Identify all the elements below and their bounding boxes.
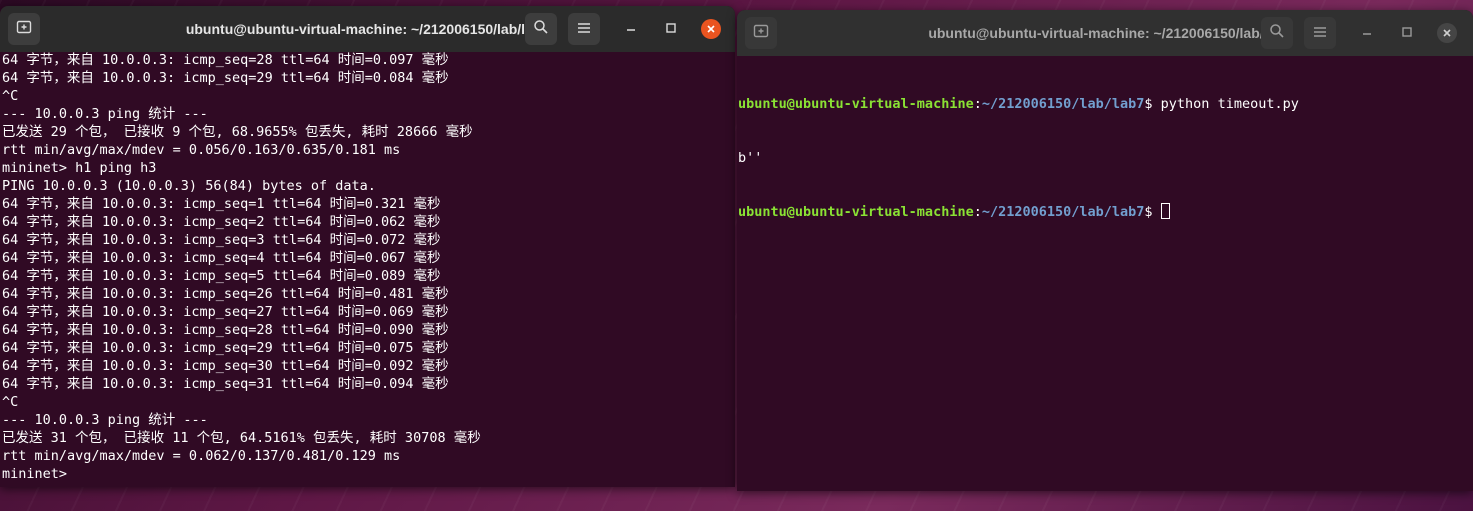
maximize-icon [665, 20, 677, 38]
terminal-line: 64 字节，来自 10.0.0.3: icmp_seq=1 ttl=64 时间=… [2, 196, 441, 212]
prompt-user: ubuntu@ubuntu-virtual-machine [738, 204, 974, 220]
hamburger-menu-icon [1313, 24, 1327, 42]
new-tab-icon [16, 19, 32, 39]
terminal-line: 64 字节，来自 10.0.0.3: icmp_seq=4 ttl=64 时间=… [2, 250, 441, 266]
prompt-line: ubuntu@ubuntu-virtual-machine:~/21200615… [738, 95, 1299, 113]
terminal-line: mininet> [2, 466, 76, 482]
terminal-line: 已发送 31 个包， 已接收 11 个包, 64.5161% 包丢失, 耗时 3… [2, 430, 481, 446]
terminal-line: 64 字节，来自 10.0.0.3: icmp_seq=26 ttl=64 时间… [2, 286, 449, 302]
prompt-path: ~/212006150/lab/lab7 [981, 96, 1145, 112]
menu-button[interactable] [1304, 17, 1336, 49]
new-tab-icon [753, 23, 769, 43]
terminal-line: 64 字节，来自 10.0.0.3: icmp_seq=28 ttl=64 时间… [2, 322, 449, 338]
prompt-symbol: $ [1144, 204, 1161, 220]
terminal-line: 64 字节，来自 10.0.0.3: icmp_seq=27 ttl=64 时间… [2, 304, 449, 320]
terminal-line: 64 字节，来自 10.0.0.3: icmp_seq=31 ttl=64 时间… [2, 376, 449, 392]
command-text: python timeout.py [1160, 96, 1299, 112]
prompt-separator: : [973, 204, 982, 220]
terminal-line: 64 字节，来自 10.0.0.3: icmp_seq=5 ttl=64 时间=… [2, 268, 441, 284]
terminal-line: 64 字节，来自 10.0.0.3: icmp_seq=29 ttl=64 时间… [2, 70, 449, 86]
terminal-line: 64 字节，来自 10.0.0.3: icmp_seq=29 ttl=64 时间… [2, 340, 449, 356]
terminal-line: 已发送 29 个包， 已接收 9 个包, 68.9655% 包丢失, 耗时 28… [2, 124, 473, 140]
terminal-line: PING 10.0.0.3 (10.0.0.3) 56(84) bytes of… [2, 178, 376, 194]
terminal-line: ^C [2, 88, 19, 104]
close-icon [701, 19, 721, 39]
hamburger-menu-icon [577, 20, 591, 38]
text-cursor [1160, 203, 1170, 219]
minimize-icon [1361, 24, 1373, 42]
close-button[interactable] [1431, 17, 1463, 49]
minimize-button[interactable] [615, 13, 647, 45]
minimize-button[interactable] [1351, 17, 1383, 49]
terminal-output-left[interactable]: 64 字节，来自 10.0.0.3: icmp_seq=28 ttl=64 时间… [0, 52, 735, 487]
prompt-symbol: $ [1144, 96, 1161, 112]
titlebar-right[interactable]: ubuntu@ubuntu-virtual-machine: ~/2120061… [737, 10, 1473, 56]
search-button[interactable] [1261, 17, 1293, 49]
search-icon [1269, 23, 1285, 43]
maximize-button[interactable] [1391, 17, 1423, 49]
terminal-line: 64 字节，来自 10.0.0.3: icmp_seq=30 ttl=64 时间… [2, 358, 449, 374]
terminal-line: rtt min/avg/max/mdev = 0.056/0.163/0.635… [2, 142, 401, 158]
terminal-line: 64 字节，来自 10.0.0.3: icmp_seq=28 ttl=64 时间… [2, 52, 449, 68]
terminal-line: rtt min/avg/max/mdev = 0.062/0.137/0.481… [2, 448, 401, 464]
output-line: b'' [738, 150, 763, 166]
terminal-line: 64 字节，来自 10.0.0.3: icmp_seq=3 ttl=64 时间=… [2, 232, 441, 248]
terminal-line: --- 10.0.0.3 ping 统计 --- [2, 106, 208, 122]
new-tab-button[interactable] [745, 17, 777, 49]
terminal-line: ^C [2, 394, 19, 410]
prompt-separator: : [973, 96, 982, 112]
terminal-lines: ubuntu@ubuntu-virtual-machine:~/21200615… [738, 59, 1299, 257]
terminal-output-right[interactable]: ubuntu@ubuntu-virtual-machine:~/21200615… [737, 56, 1473, 491]
terminal-line: 64 字节，来自 10.0.0.3: icmp_seq=2 ttl=64 时间=… [2, 214, 441, 230]
terminal-line: --- 10.0.0.3 ping 统计 --- [2, 412, 208, 428]
close-button[interactable] [695, 13, 727, 45]
prompt-line-active[interactable]: ubuntu@ubuntu-virtual-machine:~/21200615… [738, 203, 1299, 221]
menu-button[interactable] [568, 13, 600, 45]
search-button[interactable] [525, 13, 557, 45]
titlebar-left[interactable]: ubuntu@ubuntu-virtual-machine: ~/2120061… [0, 6, 735, 52]
terminal-window-left[interactable]: ubuntu@ubuntu-virtual-machine: ~/2120061… [0, 6, 735, 487]
new-tab-button[interactable] [8, 13, 40, 45]
terminal-line: mininet> h1 ping h3 [2, 160, 157, 176]
maximize-icon [1401, 24, 1413, 42]
prompt-path: ~/212006150/lab/lab7 [981, 204, 1145, 220]
terminal-window-right[interactable]: ubuntu@ubuntu-virtual-machine: ~/2120061… [737, 10, 1473, 491]
maximize-button[interactable] [655, 13, 687, 45]
minimize-icon [625, 20, 637, 38]
terminal-lines: 64 字节，来自 10.0.0.3: icmp_seq=28 ttl=64 时间… [2, 52, 481, 483]
close-icon [1437, 23, 1457, 43]
prompt-user: ubuntu@ubuntu-virtual-machine [738, 96, 974, 112]
search-icon [533, 19, 549, 39]
